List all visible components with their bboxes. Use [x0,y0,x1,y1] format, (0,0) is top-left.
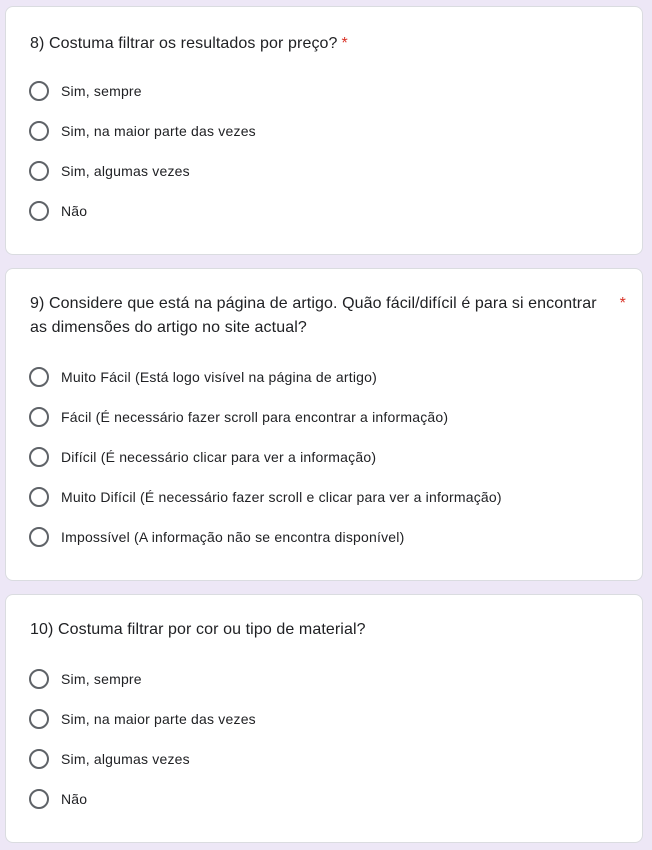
radio-option[interactable]: Muito Difícil (É necessário fazer scroll… [29,477,629,517]
radio-button-icon[interactable] [29,367,49,387]
radio-group: Sim, sempre Sim, na maior parte das veze… [29,659,629,819]
option-label: Muito Fácil (Está logo visível na página… [61,369,378,385]
question-text: 8) Costuma filtrar os resultados por pre… [30,35,338,52]
radio-option[interactable]: Sim, algumas vezes [29,739,629,779]
radio-button-icon[interactable] [29,789,49,809]
option-label: Não [61,791,88,807]
question-card-9: 9) Considere que está na página de artig… [5,268,643,581]
radio-button-icon[interactable] [29,487,49,507]
option-label: Sim, na maior parte das vezes [61,711,256,727]
radio-group: Sim, sempre Sim, na maior parte das veze… [29,71,629,231]
radio-option[interactable]: Muito Fácil (Está logo visível na página… [29,357,629,397]
question-text: 10) Costuma filtrar por cor ou tipo de m… [30,621,366,638]
radio-button-icon[interactable] [29,447,49,467]
radio-option[interactable]: Fácil (É necessário fazer scroll para en… [29,397,629,437]
radio-option[interactable]: Sim, na maior parte das vezes [29,699,629,739]
question-card-8: 8) Costuma filtrar os resultados por pre… [5,6,643,255]
option-label: Muito Difícil (É necessário fazer scroll… [61,489,502,505]
radio-button-icon[interactable] [29,407,49,427]
option-label: Sim, na maior parte das vezes [61,123,256,139]
radio-option[interactable]: Sim, sempre [29,659,629,699]
option-label: Não [61,203,88,219]
option-label: Impossível (A informação não se encontra… [61,529,405,545]
option-label: Sim, algumas vezes [61,163,190,179]
radio-button-icon[interactable] [29,161,49,181]
radio-option[interactable]: Não [29,191,629,231]
radio-button-icon[interactable] [29,527,49,547]
radio-button-icon[interactable] [29,201,49,221]
radio-option[interactable]: Sim, na maior parte das vezes [29,111,629,151]
option-label: Sim, sempre [61,671,142,687]
radio-option[interactable]: Não [29,779,629,819]
radio-option[interactable]: Sim, algumas vezes [29,151,629,191]
option-label: Fácil (É necessário fazer scroll para en… [61,409,449,425]
option-label: Sim, sempre [61,83,142,99]
question-title: 9) Considere que está na página de artig… [30,292,626,340]
radio-option[interactable]: Sim, sempre [29,71,629,111]
required-asterisk: * [619,295,626,312]
question-text: 9) Considere que está na página de artig… [30,295,597,336]
radio-button-icon[interactable] [29,121,49,141]
question-card-10: 10) Costuma filtrar por cor ou tipo de m… [5,594,643,843]
radio-group: Muito Fácil (Está logo visível na página… [29,357,629,557]
radio-button-icon[interactable] [29,81,49,101]
radio-button-icon[interactable] [29,669,49,689]
radio-option[interactable]: Difícil (É necessário clicar para ver a … [29,437,629,477]
radio-option[interactable]: Impossível (A informação não se encontra… [29,517,629,557]
radio-button-icon[interactable] [29,749,49,769]
option-label: Difícil (É necessário clicar para ver a … [61,449,377,465]
radio-button-icon[interactable] [29,709,49,729]
question-title: 10) Costuma filtrar por cor ou tipo de m… [30,618,626,642]
required-asterisk: * [341,35,348,52]
option-label: Sim, algumas vezes [61,751,190,767]
question-title: 8) Costuma filtrar os resultados por pre… [30,32,626,56]
